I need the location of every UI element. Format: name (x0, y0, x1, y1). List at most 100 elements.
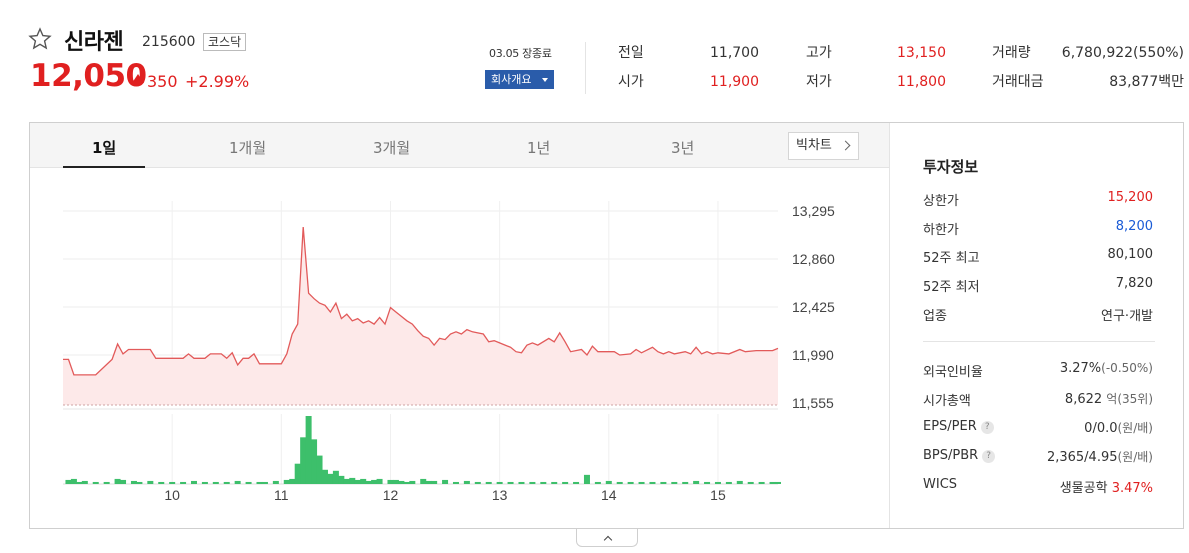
stock-header: 신라젠 215600 코스닥 12,050 350 +2.99% 03.05 장… (0, 0, 1189, 110)
company-overview-button[interactable]: 회사개요 (485, 70, 554, 89)
invest-info-title: 투자정보 (923, 158, 979, 176)
tab-1day[interactable]: 1일 (92, 137, 116, 158)
x-tick-label: 14 (601, 487, 617, 503)
volume-bar (758, 481, 765, 484)
volume-bar (529, 481, 536, 484)
foreign-ratio-value-wrap: 3.27%(-0.50%) (1060, 361, 1153, 376)
volume-bar (442, 479, 449, 484)
favorite-star-icon[interactable] (28, 27, 52, 51)
volume-bar (76, 481, 83, 484)
volume-bar (349, 477, 356, 484)
volume-bar (420, 478, 427, 484)
info-row-market-cap: 시가총액 8,622 억(35위) (923, 390, 1153, 410)
low-label: 저가 (806, 74, 832, 90)
up-triangle-icon (132, 74, 144, 83)
52w-high-label: 52주 최고 (923, 251, 980, 266)
tab-3year[interactable]: 3년 (671, 137, 694, 158)
volume-bar (627, 481, 634, 484)
x-tick-label: 11 (274, 487, 289, 503)
info-row-foreign-ratio: 외국인비율 3.27%(-0.50%) (923, 361, 1153, 381)
volume-bar (463, 480, 470, 484)
volume-bar (343, 478, 350, 484)
volume-bar (747, 481, 754, 484)
volume-bar (338, 475, 345, 484)
bps-pbr-value: 2,365/4.95 (1046, 450, 1118, 465)
volume-bar (70, 478, 77, 484)
volume-bar (638, 481, 645, 484)
volume-bar (403, 481, 410, 484)
volume-value: 6,780,922(550%) (1061, 45, 1184, 61)
volume-bar (147, 480, 154, 484)
volume-bar (289, 478, 296, 484)
stock-name: 신라젠 (64, 30, 124, 55)
chevron-up-icon (603, 535, 613, 545)
volume-bar (327, 473, 334, 484)
info-separator (923, 341, 1155, 342)
market-cap-label: 시가총액 (923, 394, 971, 409)
lower-limit-value: 8,200 (1115, 219, 1153, 234)
volume-bar (261, 481, 268, 484)
bigchart-label: 빅차트 (796, 138, 832, 153)
volume-bar (223, 481, 230, 484)
collapse-button[interactable] (576, 529, 638, 547)
tab-3month[interactable]: 3개월 (373, 137, 410, 158)
tab-1month[interactable]: 1개월 (229, 137, 266, 158)
stock-code: 215600 (142, 34, 196, 50)
volume-bar (92, 481, 99, 484)
chart-panel: 1일 1개월 3개월 1년 3년 빅차트 13,295 12,860 12,425 1… (29, 122, 1184, 529)
volume-bar (180, 481, 187, 484)
y-tick-label: 12,860 (792, 251, 835, 267)
volume-bar (562, 481, 569, 484)
bps-pbr-value-wrap: 2,365/4.95(원/배) (1047, 448, 1153, 465)
upper-limit-value: 15,200 (1107, 190, 1154, 205)
industry-label: 업종 (923, 309, 947, 324)
volume-bar (305, 416, 312, 484)
eps-per-value: 0/0.0 (1084, 421, 1118, 436)
volume-bar (360, 478, 367, 484)
volume-bar (725, 481, 732, 484)
volume-bar (409, 480, 416, 484)
volume-bar (452, 481, 459, 484)
volume-bar (583, 474, 590, 484)
info-row-bps-pbr: BPS/PBR? 2,365/4.95(원/배) (923, 448, 1153, 468)
volume-bar (376, 478, 383, 484)
market-cap-rank: 억(35위) (1106, 392, 1153, 406)
info-row-upper-limit: 상한가 15,200 (923, 190, 1153, 210)
volume-bar (283, 479, 290, 484)
x-tick-label: 13 (492, 487, 508, 503)
price-change: 350 (147, 72, 178, 91)
volume-bar (392, 479, 399, 484)
high-label: 고가 (806, 45, 832, 61)
volume-bar (616, 481, 623, 484)
bigchart-button[interactable]: 빅차트 (788, 132, 859, 160)
volume-bar (704, 481, 711, 484)
volume-bar (425, 480, 432, 484)
wics-percent: 3.47% (1111, 481, 1153, 496)
volume-bar (573, 481, 580, 484)
volume-bar (605, 480, 612, 484)
wics-value[interactable]: 생물공학 (1060, 481, 1108, 496)
info-row-52w-low: 52주 최저 7,820 (923, 276, 1153, 296)
help-icon[interactable]: ? (982, 450, 996, 463)
period-tabs: 1일 1개월 3개월 1년 3년 빅차트 (30, 123, 889, 168)
side-divider (889, 123, 890, 528)
volume-bar (114, 478, 121, 484)
volume-bar (594, 481, 601, 484)
volume-bar (201, 481, 208, 484)
industry-value: 연구·개발 (1101, 309, 1153, 324)
volume-label: 거래량 (992, 45, 1031, 61)
volume-bar (507, 481, 514, 484)
foreign-ratio-change: (-0.50%) (1101, 361, 1153, 375)
info-row-lower-limit: 하한가 8,200 (923, 219, 1153, 239)
volume-bar (234, 480, 241, 484)
market-close-note: 03.05 장종료 (489, 47, 552, 60)
volume-bar (682, 481, 689, 484)
x-tick-label: 10 (164, 487, 180, 503)
eps-per-value-wrap: 0/0.0(원/배) (1084, 419, 1153, 436)
volume-bar (136, 481, 143, 484)
help-icon[interactable]: ? (980, 421, 994, 434)
volume-bar (120, 479, 127, 484)
y-tick-label: 12,425 (792, 299, 835, 315)
tab-1year[interactable]: 1년 (527, 137, 550, 158)
prev-close-label: 전일 (618, 45, 644, 61)
